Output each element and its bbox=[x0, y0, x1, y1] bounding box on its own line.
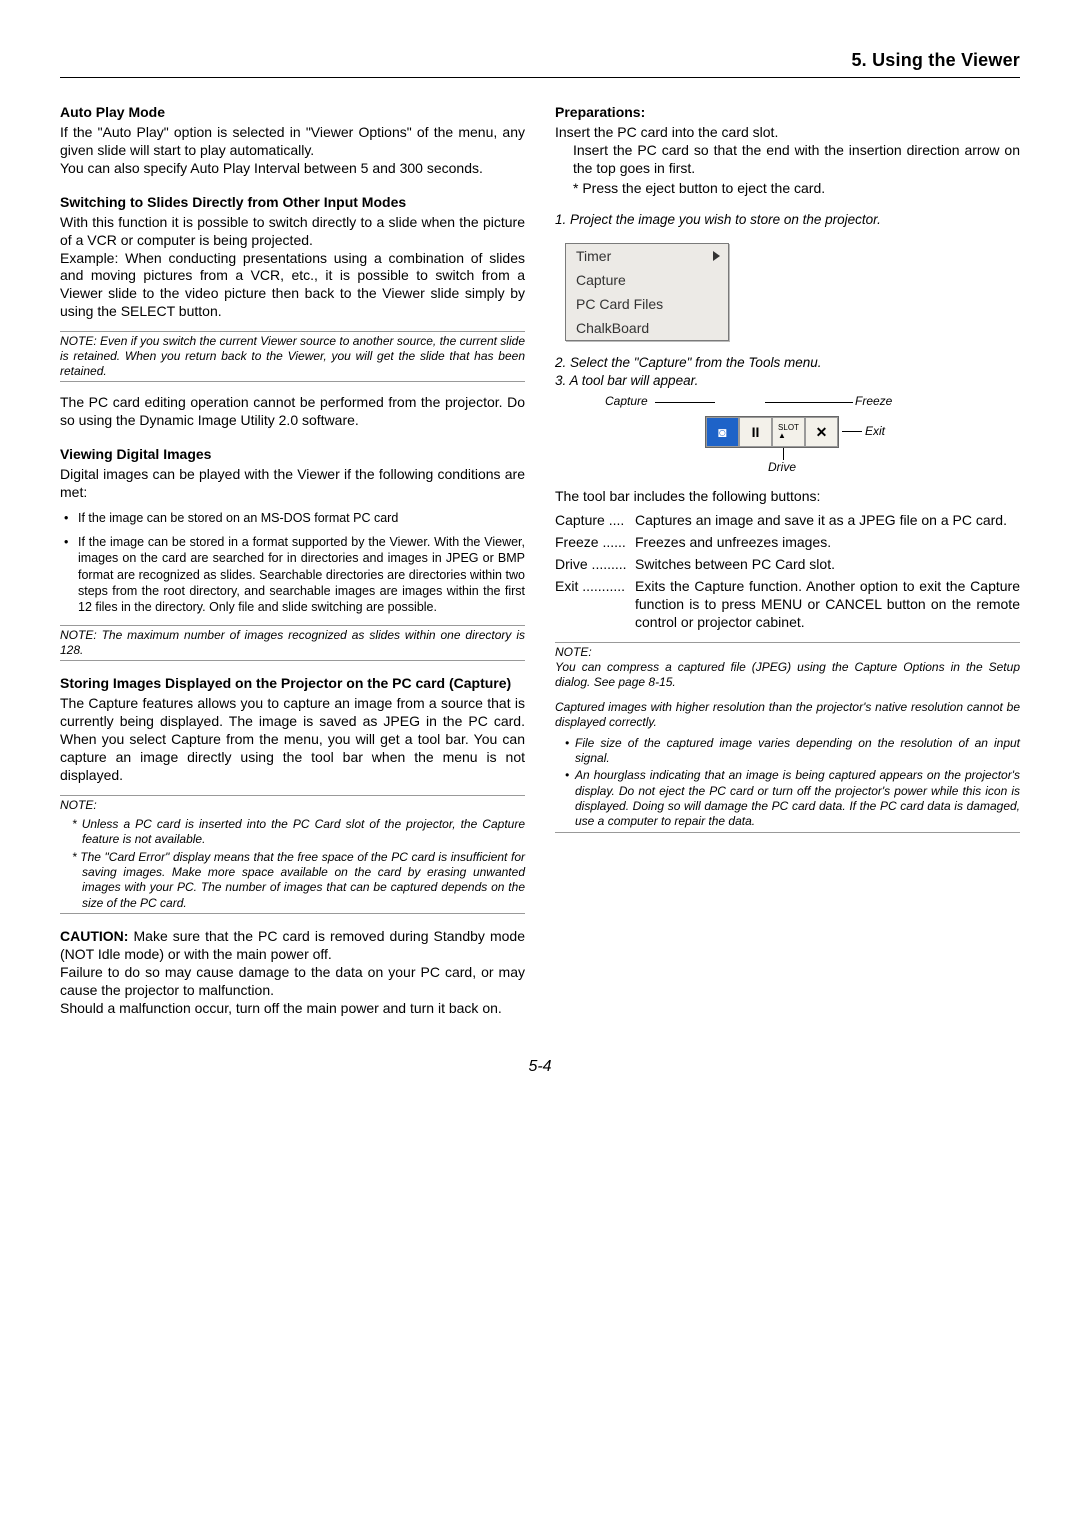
store-note-list: * Unless a PC card is inserted into the … bbox=[60, 817, 525, 911]
menu-label: ChalkBoard bbox=[576, 320, 649, 336]
def-value: Switches between PC Card slot. bbox=[635, 556, 1020, 574]
storing-body: The Capture features allows you to captu… bbox=[60, 695, 525, 785]
def-label: Drive ......... bbox=[555, 556, 635, 574]
rule bbox=[60, 331, 525, 332]
section-title: 5. Using the Viewer bbox=[60, 50, 1020, 71]
def-value: Exits the Capture function. Another opti… bbox=[635, 578, 1020, 632]
store-note-hdr: NOTE: bbox=[60, 798, 525, 813]
viewing-list: If the image can be stored on an MS-DOS … bbox=[60, 510, 525, 616]
switch-after-note: The PC card editing operation cannot be … bbox=[60, 394, 525, 430]
def-row: Freeze ...... Freezes and unfreezes imag… bbox=[555, 534, 1020, 552]
label-exit: Exit bbox=[865, 424, 885, 438]
rule bbox=[60, 625, 525, 626]
page: 5. Using the Viewer Auto Play Mode If th… bbox=[0, 0, 1080, 1116]
capture-toolbar: ◙ II SLOT▲ ✕ bbox=[705, 416, 839, 448]
pause-icon: II bbox=[739, 417, 772, 447]
note-hdr: NOTE: bbox=[555, 645, 1020, 660]
label-freeze: Freeze bbox=[855, 394, 892, 408]
switch-heading: Switching to Slides Directly from Other … bbox=[60, 194, 525, 210]
slot-icon: SLOT▲ bbox=[772, 417, 805, 447]
caution-label: CAUTION: bbox=[60, 928, 128, 944]
list-item: File size of the captured image varies d… bbox=[565, 736, 1020, 767]
caution-body: Make sure that the PC card is removed du… bbox=[60, 928, 525, 1016]
auto-play-heading: Auto Play Mode bbox=[60, 104, 525, 120]
leader-line bbox=[765, 402, 853, 403]
def-row: Capture .... Captures an image and save … bbox=[555, 512, 1020, 530]
columns: Auto Play Mode If the "Auto Play" option… bbox=[60, 96, 1020, 1018]
toolbar-figure: Capture Freeze Exit Drive ◙ II SLOT▲ ✕ bbox=[555, 394, 1020, 478]
rule bbox=[555, 832, 1020, 833]
def-label: Capture .... bbox=[555, 512, 635, 530]
def-label: Exit ........... bbox=[555, 578, 635, 632]
viewing-body: Digital images can be played with the Vi… bbox=[60, 466, 525, 502]
menu-item-timer: Timer bbox=[566, 244, 728, 268]
label-drive: Drive bbox=[768, 460, 796, 474]
def-value: Captures an image and save it as a JPEG … bbox=[635, 512, 1020, 530]
tools-menu: Timer Capture PC Card Files ChalkBoard bbox=[565, 243, 729, 341]
definition-list: Capture .... Captures an image and save … bbox=[555, 512, 1020, 631]
list-item: If the image can be stored in a format s… bbox=[78, 534, 525, 615]
menu-label: Timer bbox=[576, 248, 611, 264]
left-column: Auto Play Mode If the "Auto Play" option… bbox=[60, 96, 525, 1018]
page-number: 5-4 bbox=[60, 1058, 1020, 1076]
note-list: File size of the captured image varies d… bbox=[555, 736, 1020, 830]
menu-item-chalkboard: ChalkBoard bbox=[566, 316, 728, 340]
note-p2: Captured images with higher resolution t… bbox=[555, 700, 1020, 730]
leader-line bbox=[842, 431, 862, 432]
def-label: Freeze ...... bbox=[555, 534, 635, 552]
list-item: If the image can be stored on an MS-DOS … bbox=[78, 510, 525, 526]
storing-heading: Storing Images Displayed on the Projecto… bbox=[60, 675, 525, 691]
rule bbox=[60, 660, 525, 661]
page-header: 5. Using the Viewer bbox=[60, 50, 1020, 78]
prep-p3: * Press the eject button to eject the ca… bbox=[555, 180, 1020, 198]
list-item: An hourglass indicating that an image is… bbox=[565, 768, 1020, 829]
auto-play-body: If the "Auto Play" option is selected in… bbox=[60, 124, 525, 178]
menu-label: PC Card Files bbox=[576, 296, 663, 312]
right-column: Preparations: Insert the PC card into th… bbox=[555, 96, 1020, 1018]
def-row: Drive ......... Switches between PC Card… bbox=[555, 556, 1020, 574]
menu-item-pc-card-files: PC Card Files bbox=[566, 292, 728, 316]
capture-icon: ◙ bbox=[706, 417, 739, 447]
note-p1: You can compress a captured file (JPEG) … bbox=[555, 660, 1020, 690]
leader-line bbox=[783, 448, 784, 460]
view-note: NOTE: The maximum number of images recog… bbox=[60, 628, 525, 658]
def-value: Freezes and unfreezes images. bbox=[635, 534, 1020, 552]
list-item: * Unless a PC card is inserted into the … bbox=[72, 817, 525, 848]
rule bbox=[555, 642, 1020, 643]
preparations-heading: Preparations: bbox=[555, 104, 1020, 120]
rule bbox=[60, 913, 525, 914]
step-3: 3. A tool bar will appear. bbox=[555, 373, 1020, 390]
toolbar-intro: The tool bar includes the following butt… bbox=[555, 488, 1020, 506]
prep-p1: Insert the PC card into the card slot. bbox=[555, 124, 1020, 142]
switch-note: NOTE: Even if you switch the current Vie… bbox=[60, 334, 525, 379]
rule bbox=[60, 795, 525, 796]
rule bbox=[60, 381, 525, 382]
list-item: * The "Card Error" display means that th… bbox=[72, 850, 525, 911]
caution-block: CAUTION: Make sure that the PC card is r… bbox=[60, 928, 525, 1018]
menu-label: Capture bbox=[576, 272, 626, 288]
chevron-right-icon bbox=[713, 251, 720, 261]
label-capture: Capture bbox=[605, 394, 648, 408]
menu-item-capture: Capture bbox=[566, 268, 728, 292]
close-icon: ✕ bbox=[805, 417, 838, 447]
leader-line bbox=[655, 402, 715, 403]
step-2: 2. Select the "Capture" from the Tools m… bbox=[555, 355, 1020, 372]
step-1: 1. Project the image you wish to store o… bbox=[555, 212, 1020, 229]
prep-p2: Insert the PC card so that the end with … bbox=[555, 142, 1020, 178]
def-row: Exit ........... Exits the Capture funct… bbox=[555, 578, 1020, 632]
switch-body: With this function it is possible to swi… bbox=[60, 214, 525, 321]
viewing-heading: Viewing Digital Images bbox=[60, 446, 525, 462]
